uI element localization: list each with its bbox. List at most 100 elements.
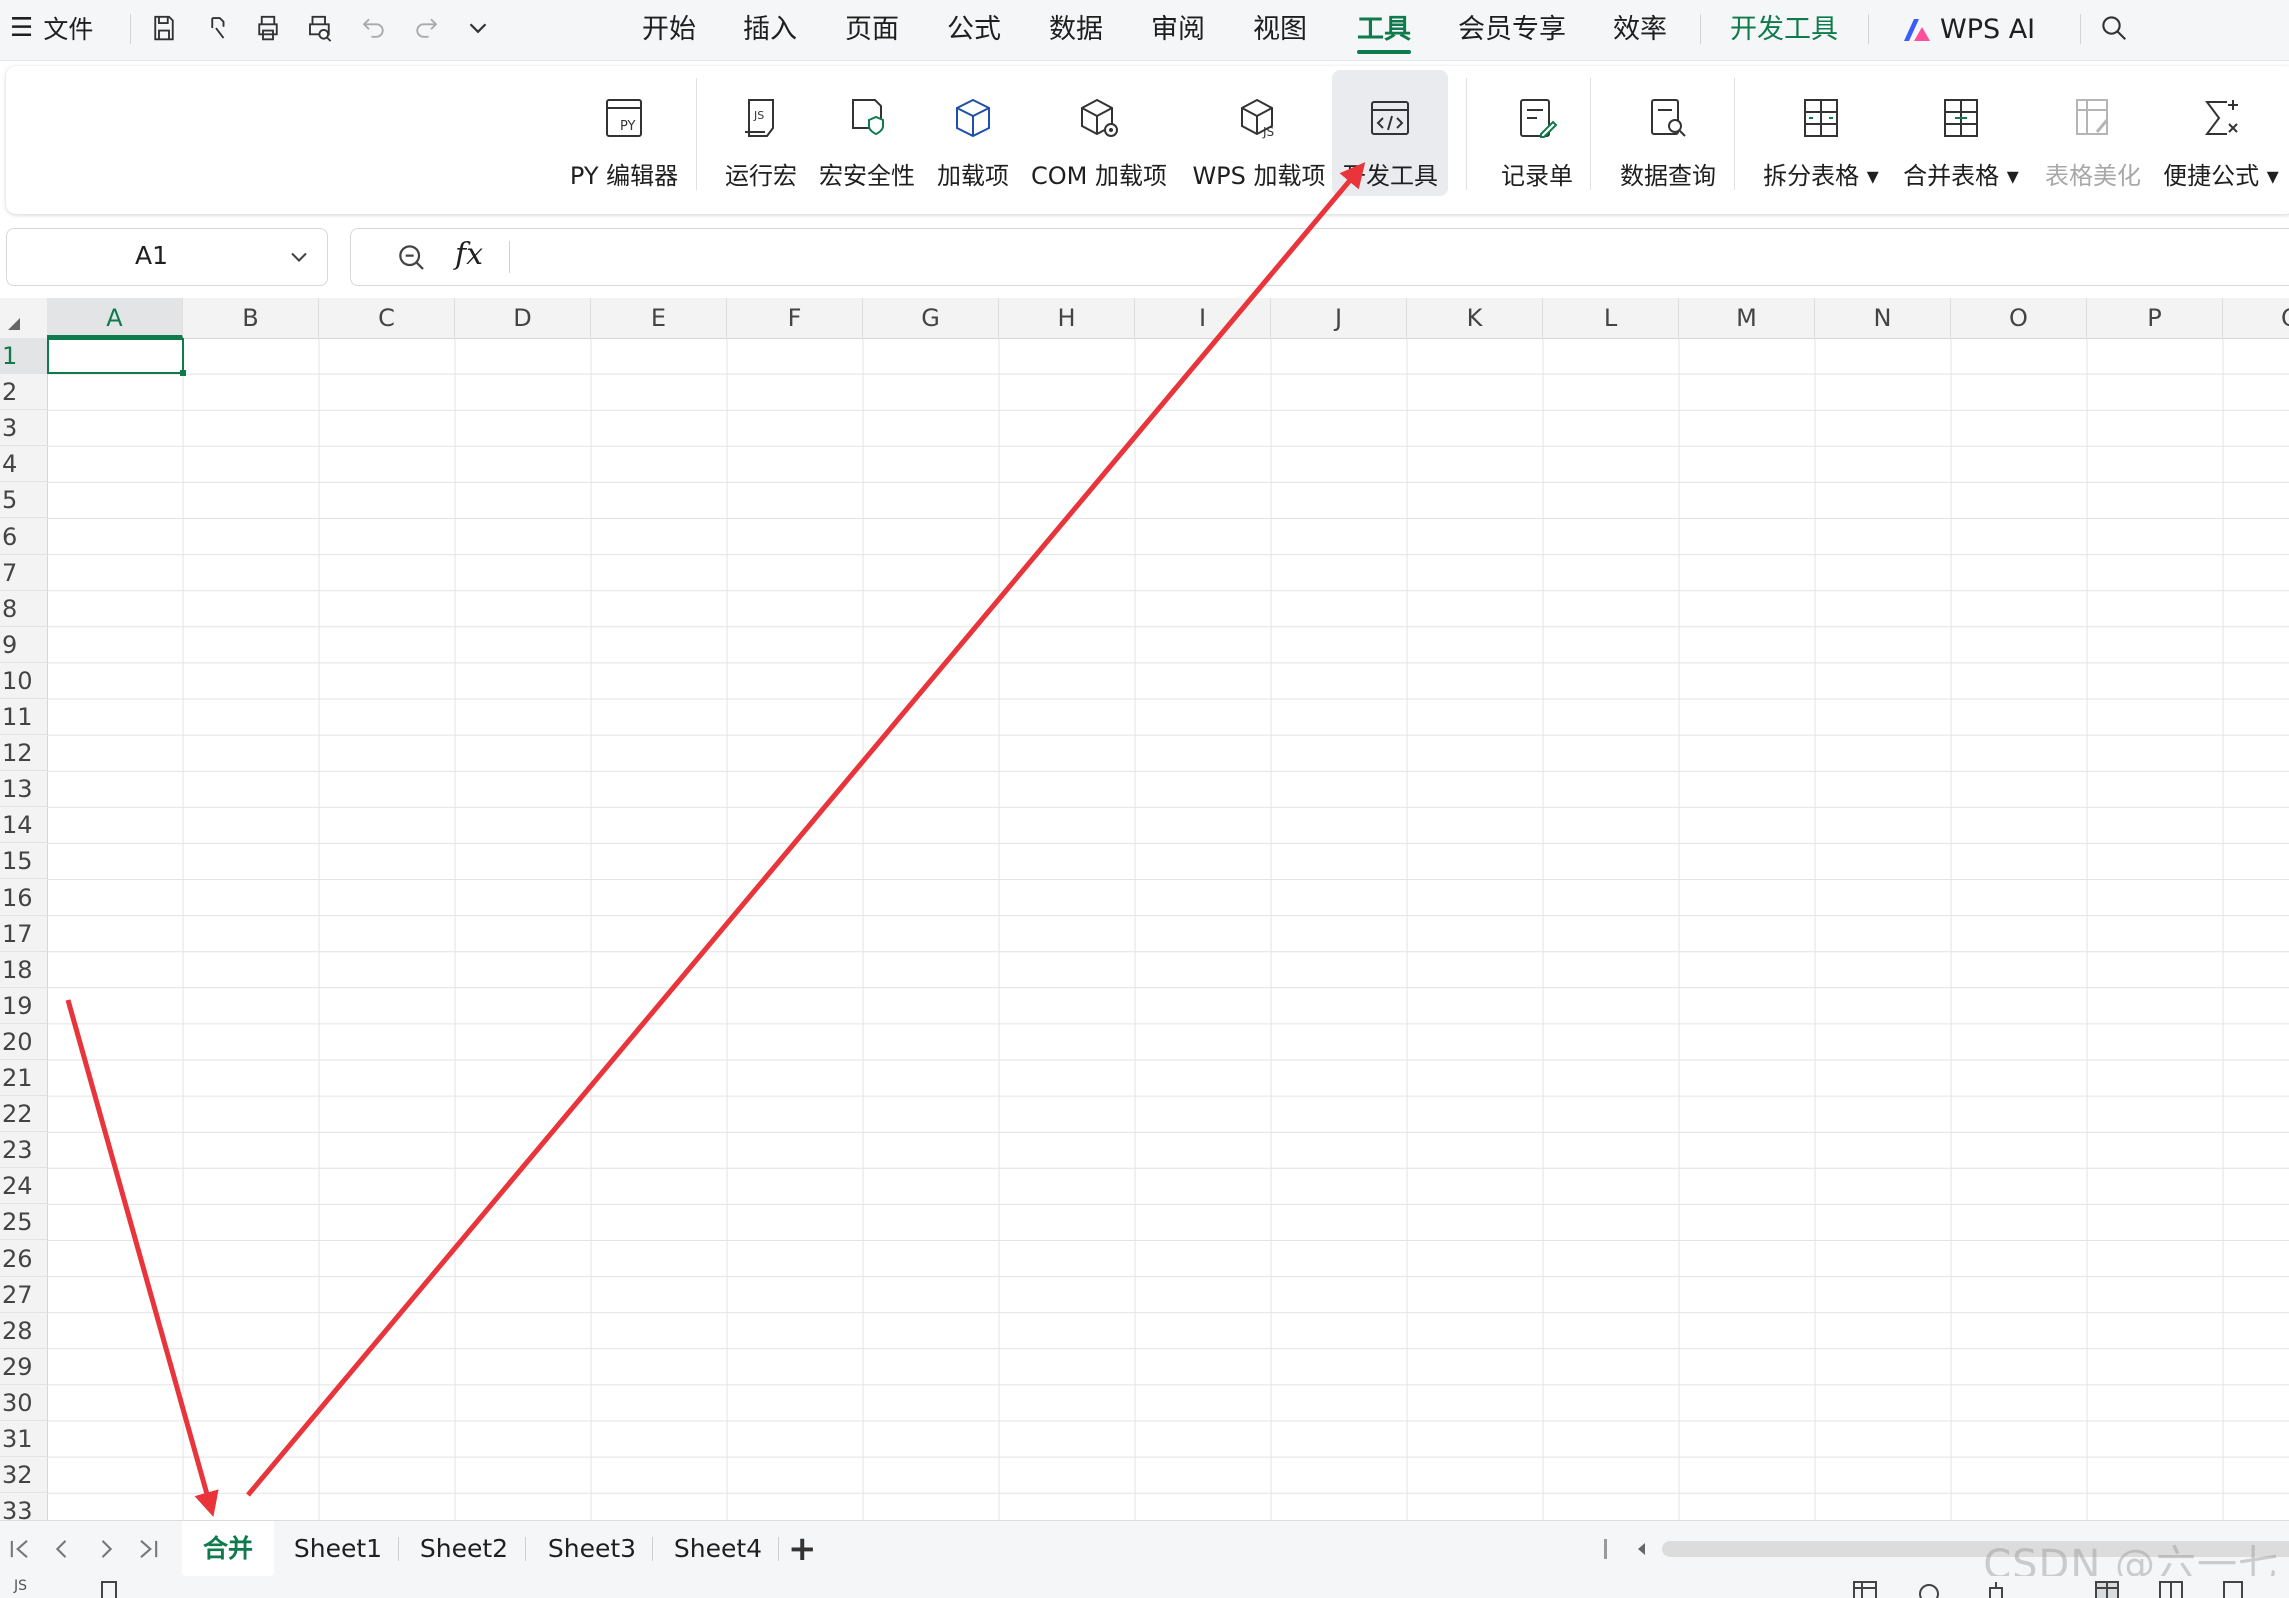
chevron-down-icon[interactable] <box>285 243 313 271</box>
prev-sheet-icon[interactable] <box>48 1535 76 1563</box>
add-sheet-button[interactable]: + <box>788 1529 817 1569</box>
column-header-a[interactable]: A <box>47 298 183 338</box>
run-macro-button[interactable]: JS 运行宏 <box>716 70 806 196</box>
column-header-g[interactable]: G <box>863 298 999 338</box>
developer-tools-button[interactable]: 开发工具 <box>1332 70 1448 196</box>
macro-security-button[interactable]: 宏安全性 <box>812 70 922 196</box>
tab-page[interactable]: 页面 <box>845 8 899 52</box>
row-header-26[interactable]: 26 <box>0 1241 47 1277</box>
row-header-8[interactable]: 8 <box>0 591 47 627</box>
column-header-n[interactable]: N <box>1815 298 1951 338</box>
fx-icon[interactable]: fx <box>455 237 483 272</box>
row-header-30[interactable]: 30 <box>0 1385 47 1421</box>
tab-member[interactable]: 会员专享 <box>1458 8 1566 52</box>
quick-formula-button[interactable]: 便捷公式 ▾ <box>2156 70 2286 196</box>
column-header-k[interactable]: K <box>1407 298 1543 338</box>
sheet-tab-sheet4[interactable]: Sheet4 <box>666 1521 770 1577</box>
grid-view-icon[interactable] <box>2092 1578 2122 1598</box>
row-header-27[interactable]: 27 <box>0 1277 47 1313</box>
row-header-12[interactable]: 12 <box>0 735 47 772</box>
column-header-j[interactable]: J <box>1271 298 1407 338</box>
row-header-19[interactable]: 19 <box>0 988 47 1024</box>
row-header-23[interactable]: 23 <box>0 1132 47 1169</box>
print-icon[interactable] <box>250 10 286 46</box>
scroll-split-handle[interactable] <box>1604 1539 1607 1559</box>
cell-gridlines[interactable] <box>47 338 2289 1520</box>
column-header-q[interactable]: Q <box>2223 298 2289 338</box>
row-header-24[interactable]: 24 <box>0 1168 47 1205</box>
column-header-o[interactable]: O <box>1951 298 2087 338</box>
sheet-tab-sheet2[interactable]: Sheet2 <box>412 1521 516 1577</box>
tab-insert[interactable]: 插入 <box>743 8 797 52</box>
formula-bar[interactable]: fx <box>350 228 2289 286</box>
page-layout-view-icon[interactable] <box>2218 1578 2248 1598</box>
eye-protect-icon[interactable] <box>1914 1578 1944 1598</box>
layout-menu-icon[interactable] <box>1984 1578 2014 1598</box>
tab-view[interactable]: 视图 <box>1253 8 1307 52</box>
table-beautify-button[interactable]: 表格美化 <box>2038 70 2148 196</box>
column-header-e[interactable]: E <box>591 298 727 338</box>
column-header-l[interactable]: L <box>1543 298 1679 338</box>
record-form-button[interactable]: 记录单 <box>1482 70 1592 196</box>
py-editor-button[interactable]: PY PY 编辑器 <box>554 70 694 196</box>
column-header-p[interactable]: P <box>2087 298 2223 338</box>
save-icon[interactable] <box>146 10 182 46</box>
row-header-25[interactable]: 25 <box>0 1204 47 1241</box>
row-header-11[interactable]: 11 <box>0 699 47 736</box>
tab-data[interactable]: 数据 <box>1049 8 1103 52</box>
row-header-5[interactable]: 5 <box>0 482 47 519</box>
row-header-29[interactable]: 29 <box>0 1349 47 1385</box>
row-header-33[interactable]: 33 <box>0 1493 47 1520</box>
row-header-6[interactable]: 6 <box>0 519 47 555</box>
row-header-3[interactable]: 3 <box>0 410 47 447</box>
tab-tools[interactable]: 工具 <box>1357 8 1411 54</box>
data-query-button[interactable]: 数据查询 <box>1608 70 1728 196</box>
first-sheet-icon[interactable] <box>6 1535 34 1563</box>
row-header-20[interactable]: 20 <box>0 1024 47 1060</box>
row-header-22[interactable]: 22 <box>0 1096 47 1133</box>
export-icon[interactable] <box>198 10 234 46</box>
row-header-15[interactable]: 15 <box>0 843 47 880</box>
tab-efficiency[interactable]: 效率 <box>1613 8 1667 52</box>
zoom-icon[interactable] <box>395 241 427 273</box>
row-header-2[interactable]: 2 <box>0 374 47 411</box>
last-sheet-icon[interactable] <box>134 1535 162 1563</box>
row-header-9[interactable]: 9 <box>0 627 47 663</box>
row-header-17[interactable]: 17 <box>0 916 47 952</box>
print-preview-icon[interactable] <box>302 10 338 46</box>
sheet-tab-sheet1[interactable]: Sheet1 <box>286 1521 390 1577</box>
column-header-m[interactable]: M <box>1679 298 1815 338</box>
row-header-4[interactable]: 4 <box>0 446 47 483</box>
active-cell-a1[interactable] <box>47 338 186 376</box>
row-header-16[interactable]: 16 <box>0 880 47 916</box>
split-table-button[interactable]: 拆分表格 ▾ <box>1756 70 1886 196</box>
file-menu-button[interactable]: ☰ 文件 <box>10 10 93 46</box>
next-sheet-icon[interactable] <box>92 1535 120 1563</box>
normal-view-icon[interactable] <box>1850 1578 1880 1598</box>
search-icon[interactable] <box>2096 10 2132 46</box>
tab-home[interactable]: 开始 <box>642 8 696 52</box>
undo-icon[interactable] <box>356 10 392 46</box>
merge-table-button[interactable]: 合并表格 ▾ <box>1896 70 2026 196</box>
row-header-14[interactable]: 14 <box>0 807 47 844</box>
select-all-corner[interactable] <box>0 298 47 338</box>
row-header-1[interactable]: 1 <box>0 338 47 375</box>
row-header-31[interactable]: 31 <box>0 1421 47 1458</box>
chevron-down-icon[interactable] <box>460 10 496 46</box>
row-header-28[interactable]: 28 <box>0 1313 47 1349</box>
tab-formula[interactable]: 公式 <box>947 8 1001 52</box>
addins-button[interactable]: 加载项 <box>928 70 1018 196</box>
row-header-21[interactable]: 21 <box>0 1060 47 1097</box>
row-header-10[interactable]: 10 <box>0 663 47 699</box>
name-box[interactable]: A1 <box>6 228 328 286</box>
sheet-tab-sheet3[interactable]: Sheet3 <box>540 1521 644 1577</box>
page-break-view-icon[interactable] <box>2156 1578 2186 1598</box>
row-header-13[interactable]: 13 <box>0 771 47 808</box>
column-header-d[interactable]: D <box>455 298 591 338</box>
macro-status-label[interactable]: JS <box>14 1578 27 1594</box>
column-header-c[interactable]: C <box>319 298 455 338</box>
column-header-f[interactable]: F <box>727 298 863 338</box>
tab-developer[interactable]: 开发工具 <box>1730 8 1838 52</box>
tab-review[interactable]: 审阅 <box>1151 8 1205 52</box>
column-header-b[interactable]: B <box>183 298 319 338</box>
